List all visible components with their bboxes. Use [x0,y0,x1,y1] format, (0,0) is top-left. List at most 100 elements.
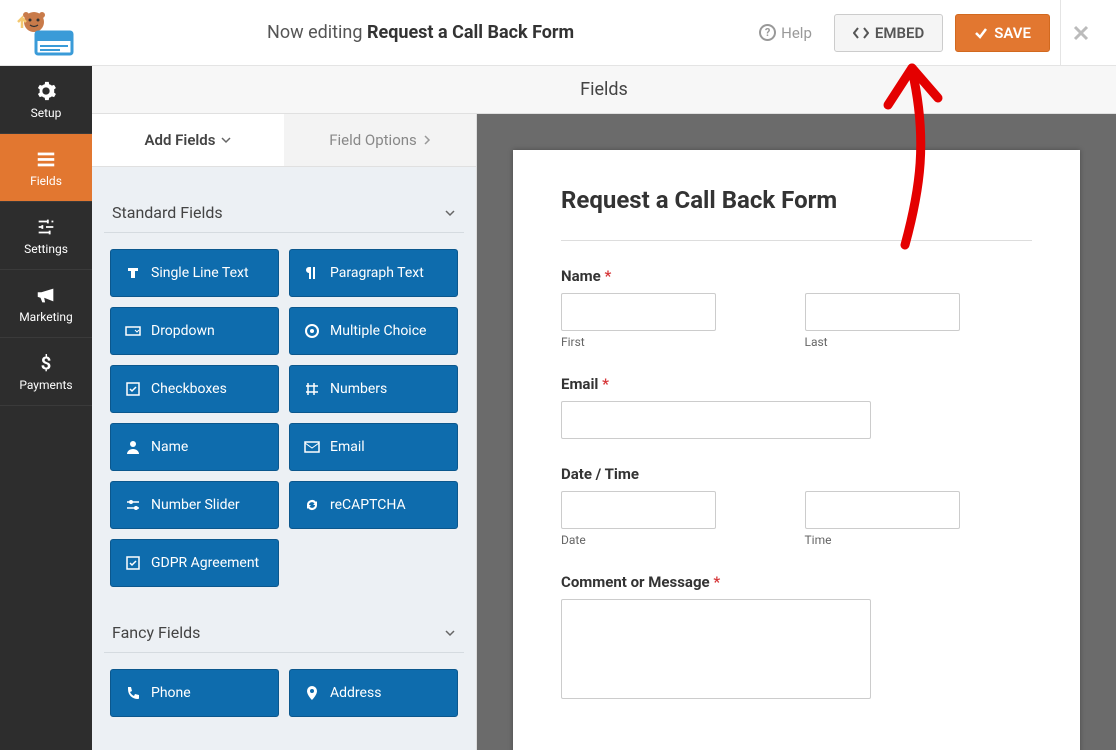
standard-grid: Single Line Text Paragraph Text Dropdown… [104,233,464,603]
phone-icon [125,685,141,701]
chevron-down-icon [221,135,231,145]
field-address[interactable]: Address [289,669,458,717]
field-preview-email[interactable]: Email * [561,375,1032,439]
editing-prefix: Now editing [267,22,362,43]
last-name-input[interactable] [805,293,960,331]
field-gdpr[interactable]: GDPR Agreement [110,539,279,587]
nav-settings[interactable]: Settings [0,202,92,270]
marker-icon [304,685,320,701]
nav-setup[interactable]: Setup [0,66,92,134]
fancy-grid: Phone Address [104,653,464,733]
required-asterisk: * [601,267,612,285]
field-name[interactable]: Name [110,423,279,471]
recaptcha-icon [304,497,320,513]
tab-field-options[interactable]: Field Options [284,114,476,166]
field-recaptcha[interactable]: reCAPTCHA [289,481,458,529]
text-icon [125,265,141,281]
chevron-down-icon [444,627,456,639]
check-icon [974,26,988,40]
top-actions: ? Help EMBED SAVE [749,14,1050,52]
sliders-icon [35,216,57,238]
nav-marketing-label: Marketing [19,310,73,324]
fields-icon [35,148,57,170]
email-input[interactable] [561,401,871,439]
field-phone[interactable]: Phone [110,669,279,717]
first-sublabel: First [561,335,789,349]
close-icon [1072,24,1090,42]
required-asterisk: * [598,375,609,393]
field-single-line-text[interactable]: Single Line Text [110,249,279,297]
embed-icon [853,25,869,41]
topbar: Now editing Request a Call Back Form ? H… [0,0,1116,66]
save-button[interactable]: SAVE [955,14,1050,52]
nav-payments[interactable]: $ Payments [0,338,92,406]
close-button[interactable] [1060,0,1100,66]
first-name-input[interactable] [561,293,716,331]
megaphone-icon [35,284,57,306]
field-preview-name[interactable]: Name * First Last [561,267,1032,349]
tab-add-fields-label: Add Fields [145,131,216,149]
nav-fields[interactable]: Fields [0,134,92,202]
fields-scroll[interactable]: Standard Fields Single Line Text Paragra… [92,167,476,750]
form-preview: Request a Call Back Form Name * First La… [477,114,1116,750]
group-fancy-label: Fancy Fields [112,623,200,642]
envelope-icon [304,439,320,455]
left-nav: Setup Fields Settings Marketing $ Paymen… [0,66,92,750]
embed-button[interactable]: EMBED [834,14,943,52]
group-standard-header[interactable]: Standard Fields [104,183,464,233]
section-heading: Fields [92,66,1116,114]
field-multiple-choice[interactable]: Multiple Choice [289,307,458,355]
help-icon: ? [759,24,776,41]
embed-label: EMBED [875,24,924,42]
group-standard-label: Standard Fields [112,203,223,222]
name-label: Name [561,267,601,285]
field-email[interactable]: Email [289,423,458,471]
field-paragraph-text[interactable]: Paragraph Text [289,249,458,297]
main-area: Setup Fields Settings Marketing $ Paymen… [0,66,1116,750]
form-card[interactable]: Request a Call Back Form Name * First La… [513,150,1080,750]
hash-icon [304,381,320,397]
time-input[interactable] [805,491,960,529]
svg-text:$: $ [41,353,52,374]
help-label: Help [781,24,812,42]
dropdown-icon [125,323,141,339]
required-asterisk: * [710,573,721,591]
comment-label: Comment or Message [561,573,710,591]
date-sublabel: Date [561,533,789,547]
chevron-down-icon [444,207,456,219]
split-area: Add Fields Field Options Standard Fields [92,114,1116,750]
help-link[interactable]: ? Help [749,24,822,42]
slider-icon [125,497,141,513]
paragraph-icon [304,265,320,281]
fields-tabs: Add Fields Field Options [92,114,476,167]
gear-icon [35,80,57,102]
title-area: Now editing Request a Call Back Form [92,22,749,43]
save-label: SAVE [994,24,1031,42]
field-preview-comment[interactable]: Comment or Message * [561,573,1032,703]
field-preview-datetime[interactable]: Date / Time Date Time [561,465,1032,547]
field-number-slider[interactable]: Number Slider [110,481,279,529]
nav-fields-label: Fields [30,174,62,188]
email-label: Email [561,375,598,393]
workspace: Fields Add Fields Field Options Sta [92,66,1116,750]
nav-payments-label: Payments [19,378,72,392]
fields-panel: Add Fields Field Options Standard Fields [92,114,477,750]
field-checkboxes[interactable]: Checkboxes [110,365,279,413]
dollar-icon: $ [35,352,57,374]
date-input[interactable] [561,491,716,529]
nav-marketing[interactable]: Marketing [0,270,92,338]
field-numbers[interactable]: Numbers [289,365,458,413]
tab-field-options-label: Field Options [329,131,417,149]
time-sublabel: Time [805,533,1033,547]
last-sublabel: Last [805,335,1033,349]
divider [561,240,1032,241]
chevron-right-icon [423,135,431,145]
radio-icon [304,323,320,339]
nav-setup-label: Setup [31,106,62,120]
form-name: Request a Call Back Form [367,22,574,43]
nav-settings-label: Settings [24,242,68,256]
comment-textarea[interactable] [561,599,871,699]
tab-add-fields[interactable]: Add Fields [92,114,284,166]
group-fancy-header[interactable]: Fancy Fields [104,603,464,653]
field-dropdown[interactable]: Dropdown [110,307,279,355]
